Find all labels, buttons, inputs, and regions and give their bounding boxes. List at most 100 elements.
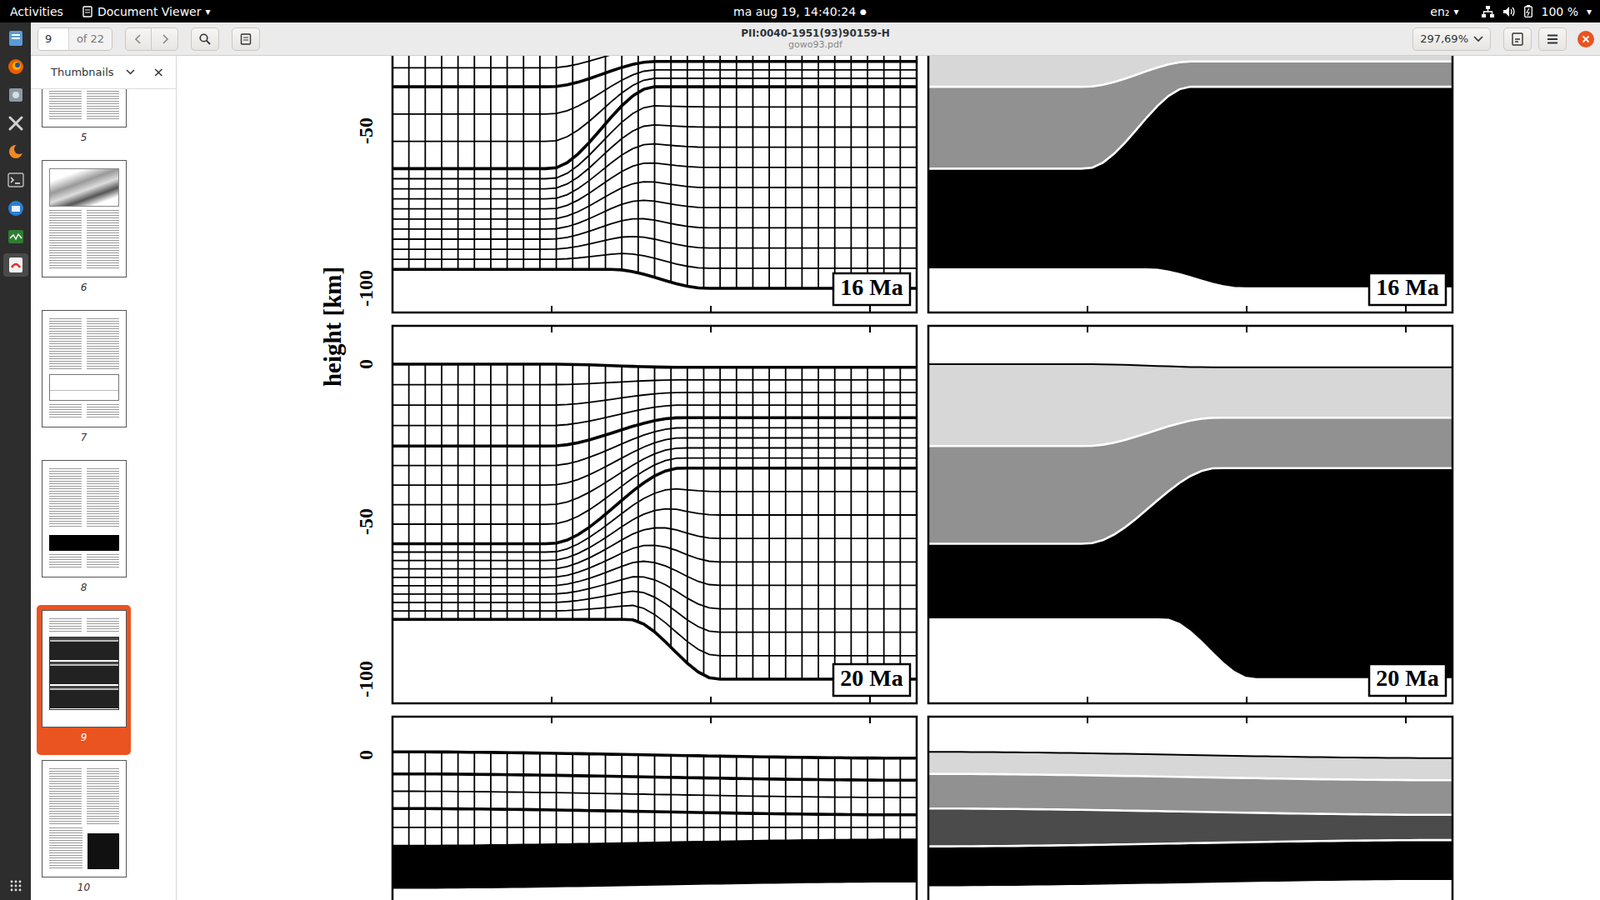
- dock-item[interactable]: [3, 225, 29, 249]
- tools-icon: [6, 114, 25, 133]
- next-page-button[interactable]: [151, 27, 179, 51]
- axis-tick: [1086, 305, 1089, 313]
- document-view[interactable]: height [km]-50-10016 Ma16 Ma0-50-10020 M…: [176, 55, 1600, 900]
- panel-frame: [392, 325, 917, 704]
- dock-item[interactable]: [3, 111, 29, 135]
- main-menu-button[interactable]: [1538, 27, 1567, 51]
- chevron-down-icon: [125, 69, 135, 75]
- panel-frame: [928, 325, 1453, 704]
- mesh-line: [506, 364, 509, 620]
- y-tick-label: -100: [355, 270, 377, 307]
- close-window-button[interactable]: [1576, 30, 1595, 49]
- axis-tick: [710, 716, 712, 724]
- mesh-line: [703, 755, 705, 843]
- clock[interactable]: ma aug 19, 14:40:24●: [733, 5, 867, 19]
- page-number[interactable]: 9: [38, 28, 69, 50]
- mesh-line: [605, 754, 607, 845]
- layer-interface: [928, 61, 1453, 87]
- mesh-line: [571, 753, 574, 845]
- document-title: PII:0040-1951(93)90159-H: [740, 27, 890, 40]
- view-mode-button[interactable]: [1503, 27, 1532, 51]
- search-icon: [199, 33, 211, 45]
- page-entry[interactable]: 9of 22: [37, 27, 113, 51]
- mesh-line: [768, 756, 770, 841]
- layer-interface: [392, 751, 917, 759]
- dock-item[interactable]: [3, 168, 29, 192]
- document-viewer-icon: [81, 5, 94, 18]
- dock-item[interactable]: [3, 83, 29, 107]
- thumbnail[interactable]: 10: [36, 755, 131, 900]
- dock-item[interactable]: [3, 55, 29, 79]
- mesh-line: [522, 364, 525, 620]
- dock-item[interactable]: [3, 196, 29, 220]
- axis-tick: [550, 696, 553, 704]
- mesh-panel: [392, 716, 917, 900]
- mesh-line: [752, 55, 755, 289]
- mesh-line: [735, 55, 738, 289]
- surface-line: [928, 364, 1453, 368]
- mesh-line: [424, 751, 426, 846]
- mesh-line: [785, 757, 787, 842]
- axis-tick: [1405, 325, 1407, 333]
- app-menu[interactable]: Document Viewer▾: [81, 5, 211, 19]
- mesh-line: [539, 753, 541, 845]
- mesh-line: [522, 752, 525, 845]
- thumbnail-figure: [49, 374, 120, 401]
- mesh-line: [539, 364, 541, 620]
- annotations-button[interactable]: [231, 27, 260, 51]
- input-source[interactable]: en₂▾: [1430, 5, 1459, 19]
- panel-background: [928, 325, 1453, 704]
- files-icon: [6, 29, 25, 48]
- panel-frame: [928, 716, 1453, 900]
- thumbnail-text: [49, 554, 120, 570]
- time-label-text: 20 Ma: [1375, 665, 1439, 691]
- dock-item[interactable]: [3, 140, 29, 164]
- mesh-line: [408, 364, 410, 620]
- mesh-line: [588, 55, 590, 270]
- mesh-line: [801, 757, 804, 841]
- thumbnail[interactable]: 5: [36, 89, 131, 155]
- mesh-line: [571, 55, 574, 270]
- y-axis-label: height [km]: [319, 266, 346, 387]
- mesh-line: [686, 755, 689, 843]
- mesh-line: [555, 364, 558, 620]
- dock-item[interactable]: [3, 253, 29, 277]
- thumbnail-text: [49, 89, 120, 120]
- system-menu[interactable]: 100 % ▾: [1481, 5, 1592, 19]
- activities-button[interactable]: Activities: [10, 5, 64, 19]
- thumbnail-page-number: 5: [80, 127, 88, 148]
- time-label: 20 Ma: [1369, 664, 1446, 696]
- mesh-line: [670, 367, 672, 648]
- thumbnail-list: 5 678910: [30, 89, 176, 900]
- mesh-line: [637, 366, 640, 622]
- dock-item[interactable]: [3, 26, 29, 50]
- y-tick-label: 0: [355, 359, 377, 370]
- shaded-layer: [928, 774, 1453, 815]
- thumbnail-page: [41, 310, 127, 428]
- mesh-line: [686, 55, 689, 286]
- axis-tick: [550, 716, 553, 724]
- show-apps-icon[interactable]: [10, 880, 22, 892]
- zoom-dropdown[interactable]: 297,69%: [1412, 27, 1491, 51]
- time-label: 20 Ma: [833, 664, 910, 696]
- thumbnail[interactable]: 7: [36, 305, 131, 455]
- previous-page-button[interactable]: [125, 27, 152, 51]
- mesh-line: [457, 364, 460, 620]
- panel-background: [928, 716, 1453, 900]
- mesh-line: [392, 144, 917, 200]
- system-menu-arrow: ▾: [1586, 5, 1592, 18]
- battery-level: 100 %: [1540, 5, 1578, 19]
- shaded-layer: [928, 808, 1453, 846]
- mesh-line: [817, 55, 820, 289]
- thumbnail-figure: [49, 530, 120, 551]
- thumbnail[interactable]: 6: [36, 155, 131, 305]
- sidebar-close-button[interactable]: ×: [153, 64, 165, 80]
- mesh-line: [670, 755, 672, 843]
- sidebar-mode-dropdown[interactable]: Thumbnails: [50, 65, 135, 79]
- thumbnail[interactable]: 8: [36, 455, 131, 605]
- thumbnail[interactable]: 9: [36, 605, 131, 755]
- mesh-line: [719, 755, 721, 842]
- search-button[interactable]: [190, 27, 220, 51]
- annotation-icon: [240, 33, 252, 45]
- time-label-box: [1369, 273, 1446, 305]
